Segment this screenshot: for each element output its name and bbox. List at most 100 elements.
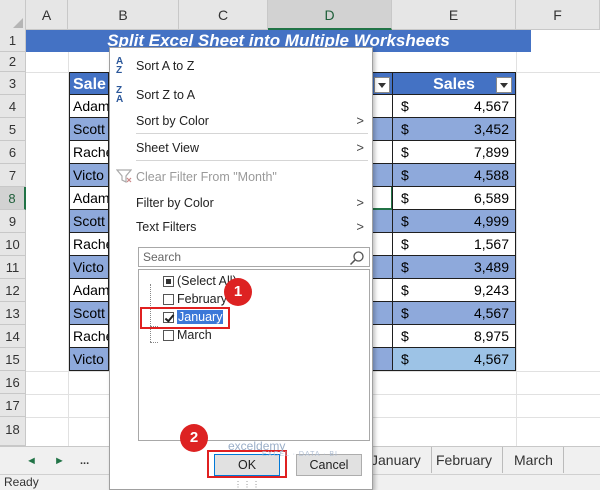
table-cell-month[interactable] <box>372 279 393 302</box>
row-header[interactable]: 15 <box>0 348 26 371</box>
column-header-e[interactable]: E <box>392 0 516 30</box>
tab-march[interactable]: March <box>504 447 564 473</box>
table-cell-month[interactable] <box>372 348 393 371</box>
select-all-checkbox[interactable] <box>163 276 174 287</box>
table-header-name: Sale <box>69 72 109 95</box>
currency-symbol: $ <box>401 351 409 367</box>
table-cell-month[interactable] <box>372 95 393 118</box>
table-cell-sales[interactable]: $4,567 <box>392 302 516 325</box>
currency-symbol: $ <box>401 328 409 344</box>
table-cell-name[interactable]: Rache <box>69 325 109 348</box>
table-cell-name[interactable]: Adam <box>69 187 109 210</box>
clear-filter-item[interactable]: Clear Filter From "Month" <box>110 165 372 189</box>
table-cell-name[interactable]: Scott <box>69 210 109 233</box>
step-badge-2: 2 <box>180 424 208 452</box>
row-header[interactable]: 10 <box>0 233 26 256</box>
select-all-corner[interactable] <box>0 0 26 30</box>
sales-value: 4,999 <box>473 213 509 229</box>
filter-values-list[interactable]: (Select All) February January March <box>138 269 370 441</box>
row-header[interactable]: 14 <box>0 325 26 348</box>
row-header[interactable]: 4 <box>0 95 26 118</box>
table-cell-name[interactable]: Victo <box>69 256 109 279</box>
table-cell-name[interactable]: Victo <box>69 348 109 371</box>
tab-scroll-left-icon[interactable]: ◄ <box>26 447 37 475</box>
table-cell-name[interactable]: Rache <box>69 233 109 256</box>
search-icon <box>349 251 364 266</box>
row-header[interactable]: 12 <box>0 279 26 302</box>
table-cell-sales[interactable]: $4,567 <box>392 95 516 118</box>
tab-more-ellipsis[interactable]: ... <box>80 447 89 475</box>
column-header-b[interactable]: B <box>68 0 179 30</box>
sales-value: 7,899 <box>473 144 509 160</box>
sheet-view-item[interactable]: Sheet View > <box>110 136 372 160</box>
table-cell-sales[interactable]: $3,452 <box>392 118 516 141</box>
row-header[interactable]: 2 <box>0 52 26 72</box>
table-cell-name[interactable]: Adam <box>69 279 109 302</box>
row-header[interactable]: 7 <box>0 164 26 187</box>
table-cell-month[interactable] <box>372 118 393 141</box>
table-cell-name[interactable]: Victo <box>69 164 109 187</box>
month-filter-dropdown-icon[interactable] <box>374 77 390 93</box>
row-header[interactable]: 6 <box>0 141 26 164</box>
table-cell-sales[interactable]: $3,489 <box>392 256 516 279</box>
table-cell-month[interactable] <box>372 141 393 164</box>
row-header[interactable]: 9 <box>0 210 26 233</box>
column-header-c[interactable]: C <box>179 0 268 30</box>
tab-scroll-right-icon[interactable]: ► <box>54 447 65 475</box>
resize-grip-icon[interactable]: ⋮⋮⋮ <box>234 481 260 489</box>
row-header[interactable]: 1 <box>0 30 26 52</box>
february-checkbox[interactable] <box>163 294 174 305</box>
table-cell-month[interactable] <box>372 256 393 279</box>
table-cell-name[interactable]: Scott <box>69 118 109 141</box>
option-february[interactable]: February <box>163 290 227 308</box>
sales-value: 9,243 <box>473 282 509 298</box>
table-cell-sales[interactable]: $4,588 <box>392 164 516 187</box>
table-header-month <box>372 72 393 95</box>
table-cell-sales[interactable]: $4,567 <box>392 348 516 371</box>
table-cell-sales[interactable]: $9,243 <box>392 279 516 302</box>
currency-symbol: $ <box>401 236 409 252</box>
tab-february[interactable]: February <box>426 447 504 473</box>
table-cell-month[interactable] <box>372 325 393 348</box>
option-label: March <box>177 328 212 342</box>
sort-z-to-a-item[interactable]: ZA Sort Z to A <box>110 83 372 107</box>
table-cell-sales[interactable]: $4,999 <box>392 210 516 233</box>
sales-value: 4,588 <box>473 167 509 183</box>
exceldemy-watermark: exceldemy EXCEL · DATA · BI <box>228 439 338 458</box>
table-cell-name[interactable]: Adam <box>69 95 109 118</box>
row-header[interactable]: 17 <box>0 394 26 417</box>
menu-separator <box>136 133 368 134</box>
table-cell-sales[interactable]: $8,975 <box>392 325 516 348</box>
filter-by-color-item[interactable]: Filter by Color > <box>110 191 372 215</box>
filter-search-input[interactable]: Search <box>138 247 370 267</box>
sales-value: 3,452 <box>473 121 509 137</box>
column-header-d[interactable]: D <box>268 0 392 30</box>
table-cell-sales[interactable]: $7,899 <box>392 141 516 164</box>
row-header[interactable]: 11 <box>0 256 26 279</box>
table-cell-sales[interactable]: $6,589 <box>392 187 516 210</box>
sales-filter-dropdown-icon[interactable] <box>496 77 512 93</box>
row-header[interactable]: 5 <box>0 118 26 141</box>
row-header[interactable]: 13 <box>0 302 26 325</box>
text-filters-label: Text Filters <box>136 220 197 234</box>
row-header[interactable]: 8 <box>0 187 26 210</box>
table-cell-month[interactable] <box>372 210 393 233</box>
sort-by-color-item[interactable]: Sort by Color > <box>110 109 372 133</box>
table-cell-month[interactable] <box>372 164 393 187</box>
table-cell-name[interactable]: Scott <box>69 302 109 325</box>
row-header[interactable]: 16 <box>0 371 26 394</box>
sheet-view-label: Sheet View <box>136 141 200 155</box>
row-header[interactable]: 18 <box>0 417 26 446</box>
text-filters-item[interactable]: Text Filters > <box>110 215 372 239</box>
sort-a-to-z-item[interactable]: AZ Sort A to Z <box>110 54 372 78</box>
row-header[interactable]: 3 <box>0 72 26 95</box>
submenu-arrow-icon: > <box>356 195 364 210</box>
column-header-a[interactable]: A <box>26 0 68 30</box>
table-cell-month[interactable] <box>372 233 393 256</box>
column-header-f[interactable]: F <box>516 0 600 30</box>
table-cell-month[interactable] <box>372 302 393 325</box>
march-checkbox[interactable] <box>163 330 174 341</box>
table-cell-sales[interactable]: $1,567 <box>392 233 516 256</box>
active-cell-d8[interactable] <box>372 187 393 210</box>
table-cell-name[interactable]: Rache <box>69 141 109 164</box>
